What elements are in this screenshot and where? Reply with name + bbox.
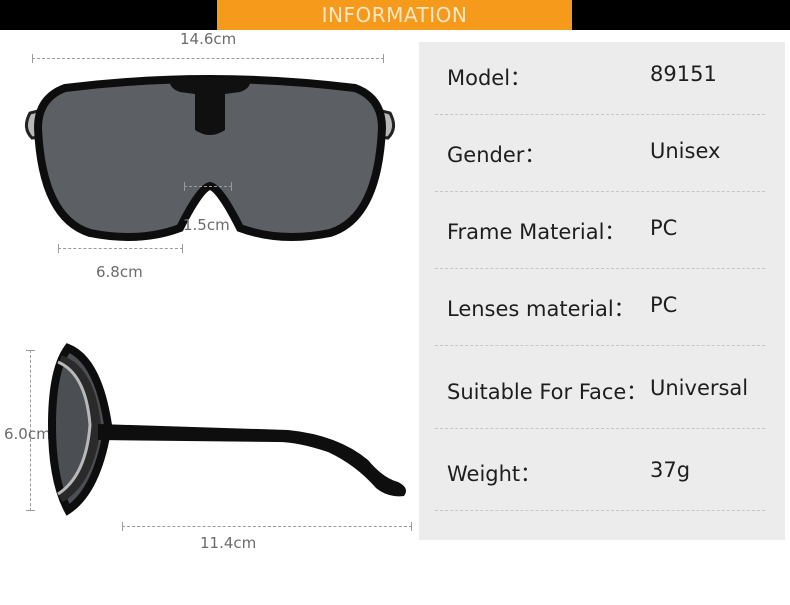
bridge-dimension-label: 1.5cm [183,216,230,234]
spec-panel: Model： 89151 Gender： Unisex Frame Materi… [419,42,785,540]
information-banner: INFORMATION [217,0,572,30]
spec-value: Universal [650,376,749,400]
temple-tick-left [122,522,123,531]
spec-divider [435,114,765,115]
temple-dimension-line [122,526,412,527]
lens-width-dimension-line [58,248,183,249]
spec-label: Model： [447,66,532,90]
spec-value: PC [650,293,678,317]
lens-width-tick-left [58,244,59,253]
lens-width-dimension-label: 6.8cm [96,263,143,281]
spec-label: Frame Material： [447,220,626,244]
temple-tick-right [411,522,412,531]
spec-label: Weight： [447,462,542,486]
width-tick-left [32,54,33,63]
spec-value: Unisex [650,139,721,163]
sunglasses-side-view [47,343,406,516]
width-tick-right [383,54,384,63]
width-dimension-line [32,58,384,59]
spec-divider [435,268,765,269]
side-temple-arm [98,424,406,497]
spec-label: Lenses material： [447,297,635,321]
spec-label: Suitable For Face： [447,380,648,404]
spec-value: 89151 [650,62,717,86]
spec-divider [435,510,765,511]
spec-divider [435,345,765,346]
width-dimension-label: 14.6cm [180,30,237,48]
spec-divider [435,191,765,192]
lens-width-tick-right [182,244,183,253]
bridge-dimension-line [184,186,232,187]
spec-divider [435,428,765,429]
bridge-tick-right [231,182,232,191]
bridge-tick-left [184,182,185,191]
spec-value: PC [650,216,678,240]
lens-height-tick-top [26,350,35,351]
lens-height-tick-bottom [26,510,35,511]
spec-value: 37g [650,458,691,482]
spec-label: Gender： [447,143,546,167]
temple-dimension-label: 11.4cm [200,534,257,552]
